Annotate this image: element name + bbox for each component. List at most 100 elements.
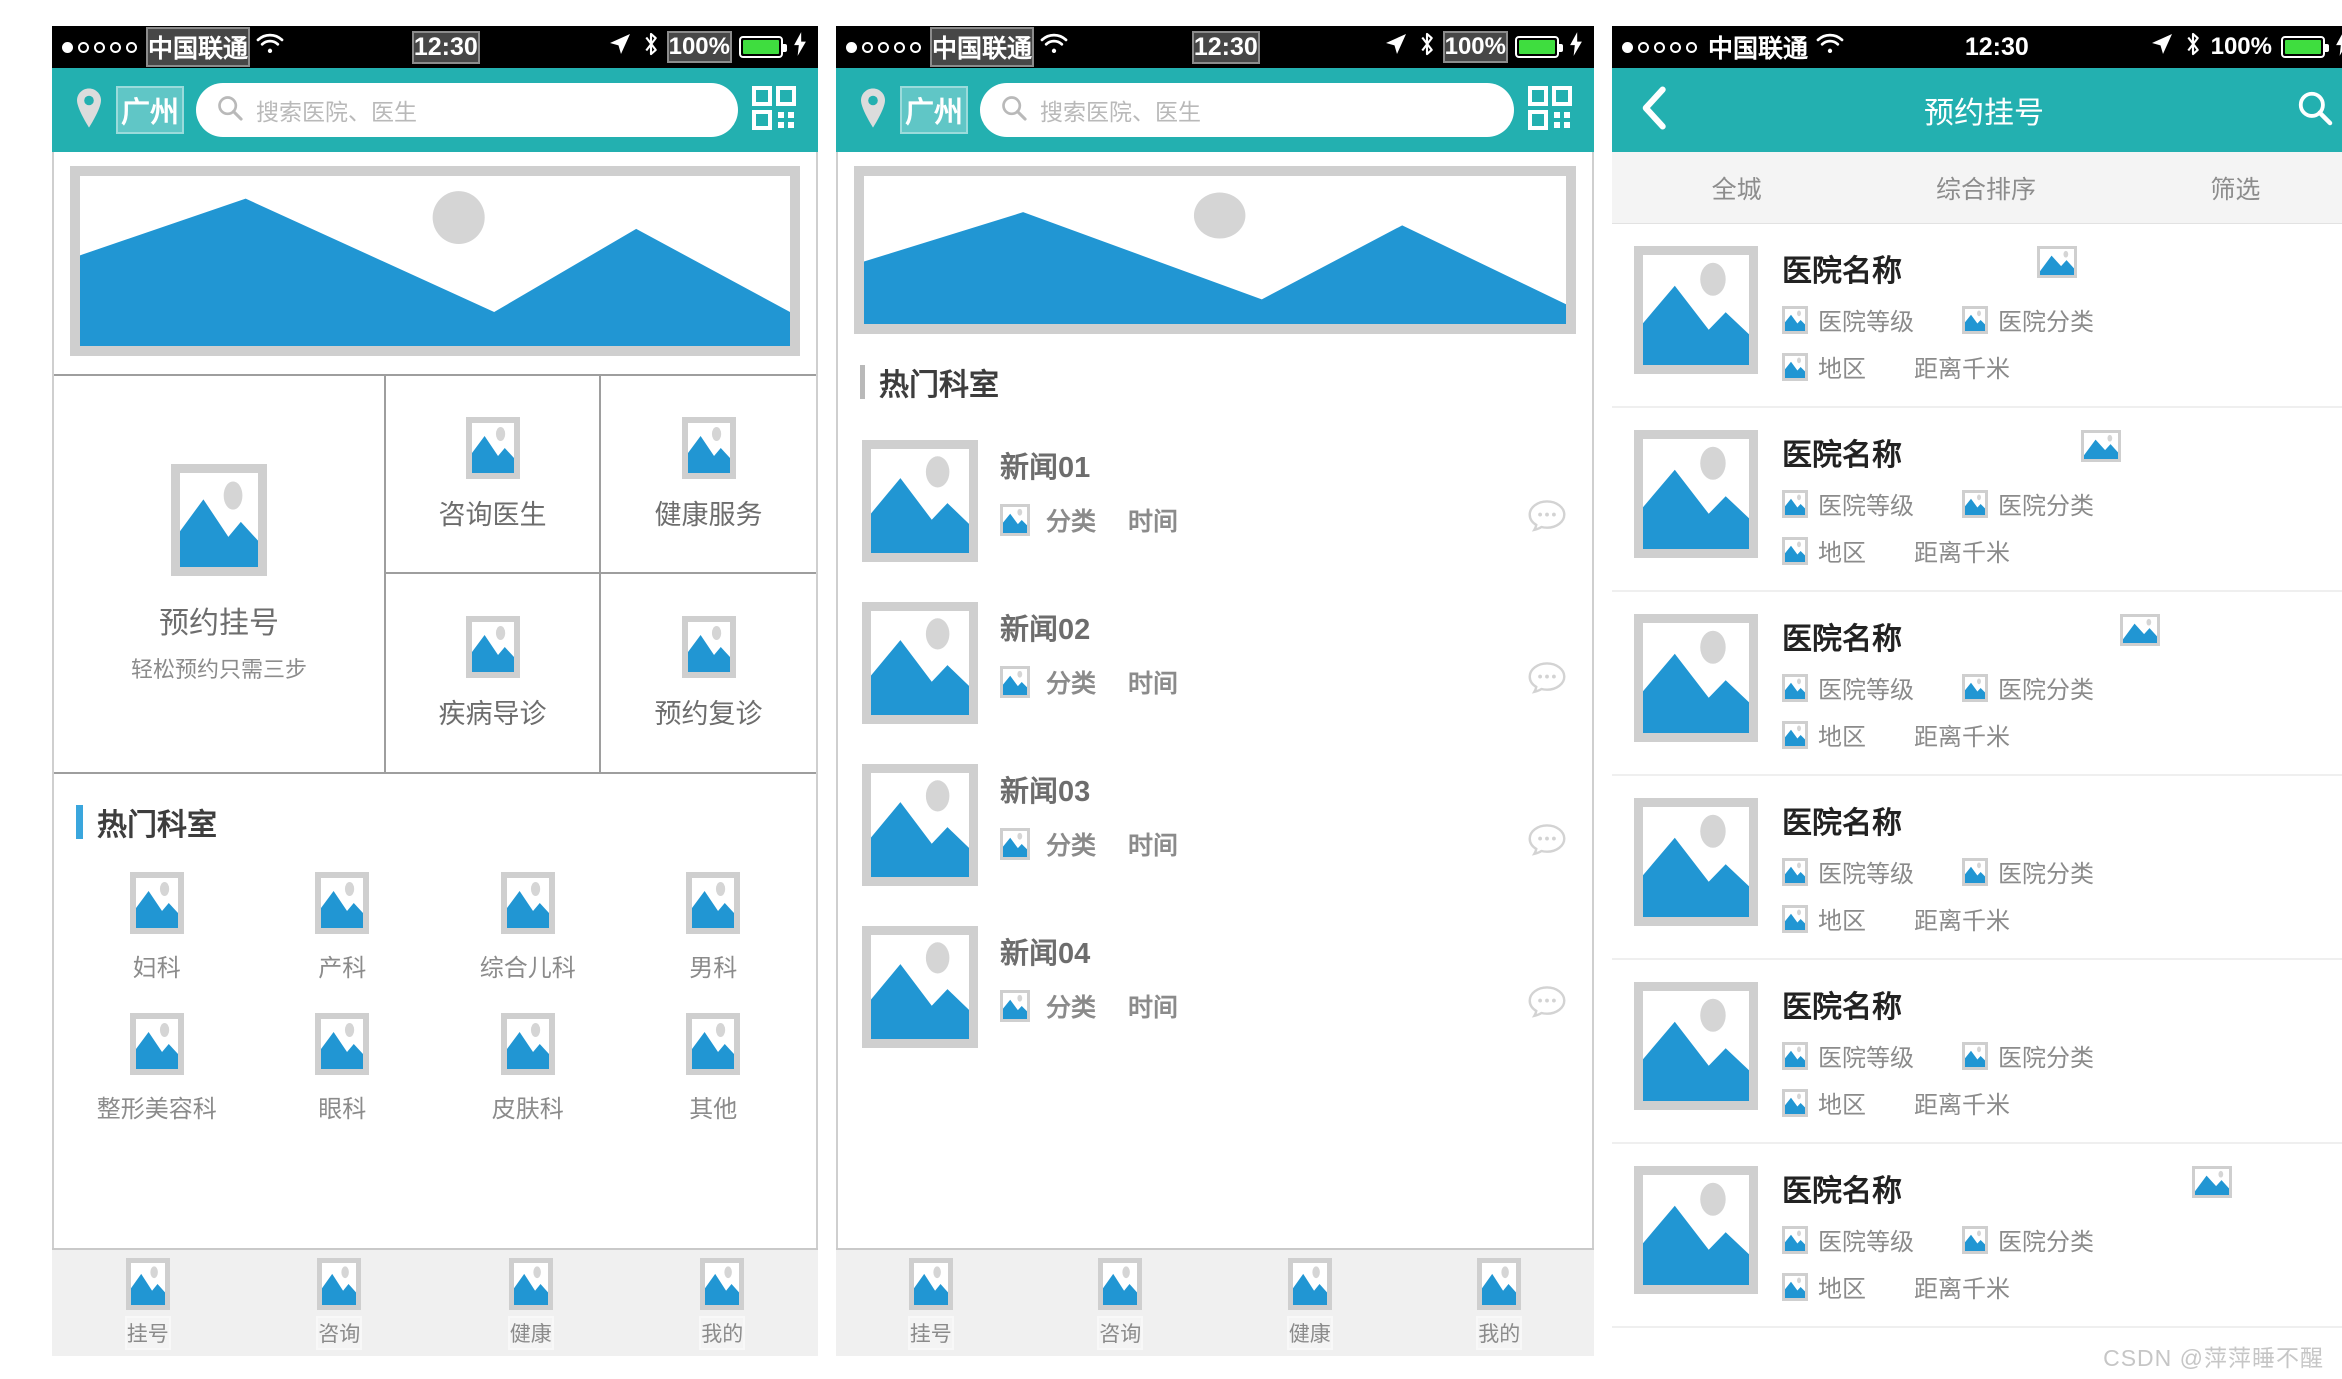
city-selector[interactable]: 广州 [899,86,969,134]
tab-item-consult[interactable]: 咨询 [1026,1258,1216,1350]
hospital-level: 医院等级 [1782,854,1914,889]
search-input[interactable]: 搜索医院、医生 [980,83,1514,137]
image-placeholder-icon [1782,1225,1808,1254]
department-label: 皮肤科 [489,1087,566,1126]
department-item[interactable]: 其他 [621,1013,807,1126]
department-item[interactable]: 妇科 [64,872,250,985]
department-item[interactable]: 眼科 [250,1013,436,1126]
news-meta: 新闻03 分类 时间 [998,764,1570,864]
feature-tile-appointment[interactable]: 预约挂号 轻松预约只需三步 [54,376,386,772]
location-arrow-icon [2149,32,2175,63]
image-placeholder-icon [2036,246,2077,278]
banner-carousel[interactable] [54,152,816,356]
image-placeholder-icon [686,1013,741,1075]
signal-dot [94,41,105,53]
department-item[interactable]: 综合儿科 [435,872,621,985]
feature-tile-health-service[interactable]: 健康服务 [601,376,816,574]
hospital-line-1: 医院等级 医院分类 [1782,486,2336,521]
hospital-list-item[interactable]: 医院名称 医院等级 医院分类 地区 距离千米 [1612,960,2342,1144]
department-item[interactable]: 整形美容科 [64,1013,250,1126]
tab-item-profile[interactable]: 我的 [627,1258,819,1350]
tab-item-appointment[interactable]: 挂号 [52,1258,244,1350]
feature-tile-followup[interactable]: 预约复诊 [601,574,816,772]
image-placeholder-icon [129,1013,184,1075]
news-subinfo: 分类 时间 [1000,824,1568,864]
charging-bolt-icon [2334,31,2342,64]
news-list-item[interactable]: 新闻03 分类 时间 [838,744,1592,906]
search-input[interactable]: 搜索医院、医生 [196,83,738,137]
feature-tile-symptom-guide[interactable]: 疾病导诊 [386,574,601,772]
department-item[interactable]: 产科 [250,872,436,985]
image-placeholder-icon [1962,1225,1988,1254]
screenshot-stage: 中国联通 12:30 100% 广州 搜索医院、医生 预约挂号 轻松预约只需三步… [0,0,2342,1379]
hospital-line-2: 地区 距离千米 [1782,901,2336,936]
comment-bubble-icon[interactable] [1526,660,1568,703]
comment-bubble-icon[interactable] [1526,498,1568,541]
hospital-name: 医院名称 [1782,439,1902,472]
image-placeholder-icon [171,464,267,576]
tab-label: 咨询 [1097,1316,1144,1350]
image-placeholder-icon [129,872,184,934]
search-icon[interactable] [2296,89,2334,132]
news-time: 时间 [1126,986,1181,1026]
filter-tab-city[interactable]: 全城 [1612,170,1861,206]
news-category: 分类 [1043,662,1099,702]
banner-image-placeholder[interactable] [854,166,1576,334]
department-item[interactable]: 男科 [621,872,807,985]
location-pin-icon[interactable] [858,87,888,134]
hospital-list-item[interactable]: 医院名称 医院等级 医院分类 地区 距离千米 [1612,408,2342,592]
hospital-thumbnail-placeholder [1634,246,1758,374]
tab-item-appointment[interactable]: 挂号 [836,1258,1026,1350]
image-placeholder-icon [681,615,736,678]
hospital-list-item[interactable]: 医院名称 医院等级 医院分类 地区 距离千米 [1612,1144,2342,1328]
hospital-line-1: 医院等级 医院分类 [1782,302,2336,337]
hospital-name: 医院名称 [1782,623,1902,656]
department-item[interactable]: 皮肤科 [435,1013,621,1126]
banner-image-placeholder[interactable] [70,166,800,356]
section-accent-bar [76,805,83,839]
news-thumbnail-placeholder [862,440,978,562]
hospital-scroll-body[interactable]: 医院名称 医院等级 医院分类 地区 距离千米 医院名称 医院等级 医院分类 地区… [1612,224,2342,1356]
image-placeholder-icon [2119,614,2160,646]
filter-tab-sort[interactable]: 综合排序 [1861,170,2110,206]
hospital-distance-label: 距离千米 [1914,908,2010,935]
image-placeholder-icon [1782,352,1808,381]
hospital-line-1: 医院等级 医院分类 [1782,1038,2336,1073]
banner-carousel[interactable] [838,152,1592,334]
tab-item-profile[interactable]: 我的 [1405,1258,1595,1350]
news-list-item[interactable]: 新闻01 分类 时间 [838,420,1592,582]
tab-bar-home: 挂号 咨询 健康 我的 [52,1248,818,1356]
image-placeholder-icon [315,872,370,934]
hospital-category: 医院分类 [1962,486,2094,521]
image-placeholder-icon [1287,1258,1332,1310]
hospital-list-item[interactable]: 医院名称 医院等级 医院分类 地区 距离千米 [1612,776,2342,960]
hospital-info: 医院名称 医院等级 医院分类 地区 距离千米 [1782,798,2336,936]
qr-code-icon[interactable] [1528,85,1572,135]
comment-bubble-icon[interactable] [1526,822,1568,865]
comment-bubble-icon[interactable] [1526,984,1568,1027]
tab-item-health[interactable]: 健康 [435,1258,627,1350]
wifi-icon [255,32,285,63]
back-chevron-icon[interactable] [1638,85,1672,136]
news-list-item[interactable]: 新闻02 分类 时间 [838,582,1592,744]
qr-code-icon[interactable] [752,85,796,135]
feature-tile-consult-doctor[interactable]: 咨询医生 [386,376,601,574]
tab-item-consult[interactable]: 咨询 [244,1258,436,1350]
image-placeholder-icon [2081,430,2122,462]
news-scroll-body[interactable]: 热门科室 新闻01 分类 时间 新闻02 分类 时间 新闻03 分类 时间 新闻… [836,152,1594,1248]
feature-grid: 预约挂号 轻松预约只需三步 咨询医生 健康服务 疾病导诊 预约复诊 [54,374,816,774]
news-list-item[interactable]: 新闻04 分类 时间 [838,906,1592,1068]
location-pin-icon[interactable] [74,87,104,134]
hospital-list-item[interactable]: 医院名称 医院等级 医院分类 地区 距离千米 [1612,592,2342,776]
city-selector[interactable]: 广州 [115,86,185,134]
app-bar-news: 广州 搜索医院、医生 [836,68,1594,152]
hospital-level: 医院等级 [1782,670,1914,705]
tab-label: 咨询 [316,1316,363,1350]
hospital-list-item[interactable]: 医院名称 医院等级 医院分类 地区 距离千米 [1612,224,2342,408]
image-placeholder-icon [1782,489,1808,518]
tab-item-health[interactable]: 健康 [1215,1258,1405,1350]
filter-tab-filter[interactable]: 筛选 [2111,170,2342,206]
image-placeholder-icon [681,416,736,479]
home-scroll-body[interactable]: 预约挂号 轻松预约只需三步 咨询医生 健康服务 疾病导诊 预约复诊 热门科室 妇… [52,152,818,1248]
image-placeholder-icon [1962,1041,1988,1070]
